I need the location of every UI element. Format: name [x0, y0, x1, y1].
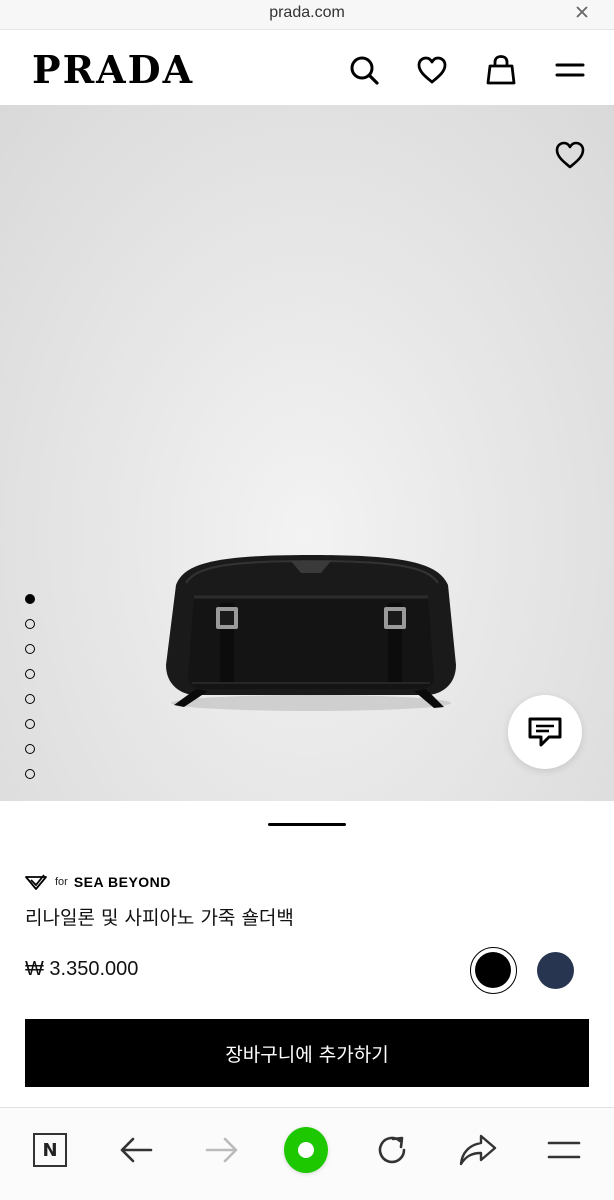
site-header: PRADA	[0, 30, 614, 105]
url-text[interactable]: prada.com	[0, 4, 614, 22]
naver-home-icon: N	[33, 1133, 67, 1167]
gallery-dot[interactable]	[25, 694, 35, 704]
back-button[interactable]	[114, 1128, 158, 1172]
green-dot-icon	[284, 1127, 328, 1173]
sea-beyond-badge[interactable]: for SEA BEYOND	[25, 872, 171, 892]
browser-toolbar: N	[0, 1107, 614, 1200]
reload-icon	[378, 1136, 406, 1164]
color-swatch-navy[interactable]	[537, 952, 574, 989]
sea-beyond-label: SEA BEYOND	[73, 874, 171, 890]
color-swatch-fill	[475, 952, 511, 988]
forward-button[interactable]	[200, 1128, 244, 1172]
gallery-dot[interactable]	[25, 769, 35, 779]
forward-arrow-icon	[205, 1137, 238, 1163]
product-photo-bag	[166, 555, 456, 711]
reload-button[interactable]	[370, 1128, 414, 1172]
gallery-dot[interactable]	[25, 669, 35, 679]
product-price: ₩ 3.350.000	[25, 958, 139, 980]
search-icon[interactable]	[348, 54, 380, 86]
chat-icon	[528, 717, 562, 747]
heart-icon[interactable]	[416, 54, 448, 86]
color-swatch-black[interactable]	[470, 947, 517, 994]
gallery-dot[interactable]	[25, 594, 35, 604]
gallery-dot[interactable]	[25, 719, 35, 729]
close-icon[interactable]	[572, 2, 592, 22]
product-image-gallery[interactable]	[0, 105, 614, 801]
gallery-dot[interactable]	[25, 619, 35, 629]
gallery-pagination	[25, 594, 37, 794]
gallery-dot[interactable]	[25, 644, 35, 654]
prada-logo[interactable]: PRADA	[32, 50, 194, 90]
add-to-cart-button[interactable]: 장바구니에 추가하기	[25, 1019, 589, 1087]
menu-icon[interactable]	[554, 54, 586, 86]
share-button[interactable]	[456, 1128, 500, 1172]
naver-green-button[interactable]	[284, 1127, 328, 1173]
swipe-indicator	[268, 823, 346, 826]
back-arrow-icon	[120, 1137, 153, 1163]
wishlist-heart-icon[interactable]	[554, 139, 586, 171]
naver-home-button[interactable]: N	[28, 1128, 72, 1172]
shopping-bag-icon[interactable]	[485, 54, 517, 86]
share-icon	[459, 1134, 497, 1166]
sea-beyond-icon	[25, 874, 47, 890]
chat-button[interactable]	[508, 695, 582, 769]
browser-url-bar: prada.com	[0, 0, 614, 30]
gallery-dot[interactable]	[25, 744, 35, 754]
browser-menu-button[interactable]	[542, 1128, 586, 1172]
product-title: 리나일론 및 사피아노 가죽 숄더백	[25, 907, 294, 929]
menu-icon	[547, 1141, 581, 1159]
brand-for-label: for	[55, 876, 68, 888]
